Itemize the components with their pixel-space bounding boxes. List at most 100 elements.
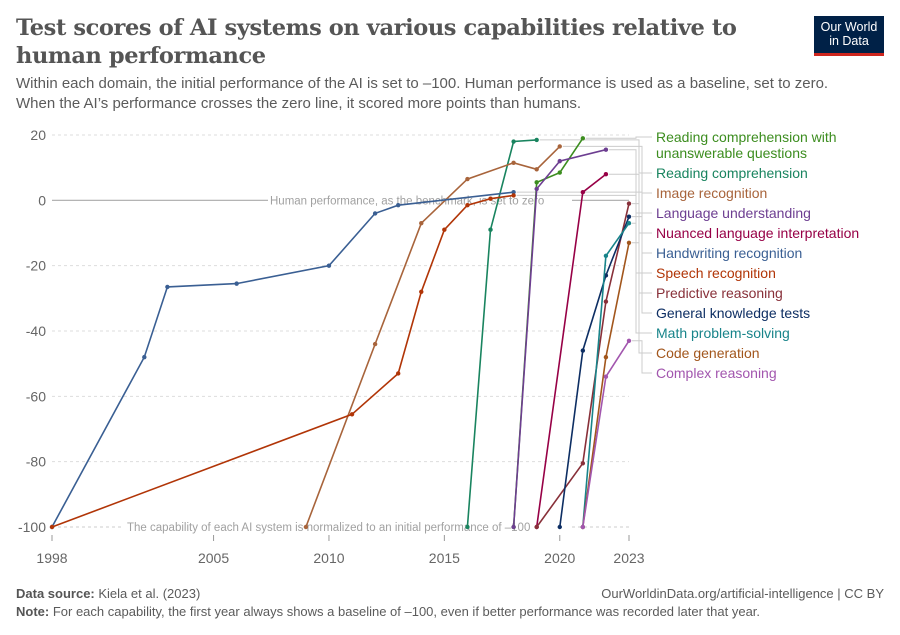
x-tick-label: 1998 [36, 550, 67, 566]
data-source: Data source: Kiela et al. (2023) [16, 586, 200, 601]
data-point [511, 160, 516, 165]
series-label: Math problem-solving [656, 325, 790, 341]
note-text: For each capability, the first year alwa… [52, 604, 761, 619]
y-tick-label: 0 [38, 192, 46, 208]
series-predictive-reasoning [534, 201, 632, 530]
data-point [419, 221, 424, 226]
y-tick-label: -20 [26, 258, 46, 274]
data-point [165, 284, 170, 290]
series-line [51, 194, 514, 528]
series-handwriting-recognition [49, 189, 516, 530]
data-point [626, 240, 632, 245]
series-code-generation [580, 240, 632, 530]
data-point [580, 524, 586, 530]
source-label: Data source: [16, 586, 95, 601]
data-point [603, 147, 609, 152]
label-connectors [516, 136, 652, 374]
data-point [142, 354, 147, 360]
series-speech-recognition [49, 193, 516, 530]
data-point [303, 524, 309, 530]
series-label: Handwriting recognition [656, 245, 802, 261]
x-tick-label: 2010 [313, 550, 344, 566]
label-connector [539, 139, 652, 174]
y-tick-label: -80 [26, 454, 46, 470]
data-point [603, 354, 609, 360]
data-point [511, 139, 516, 144]
data-point [603, 253, 609, 259]
line-chart: 20 0 -20 -40 -60 -80 -100 1998 2005 2010 2015 2020… [18, 127, 859, 566]
x-tick-label: 2005 [198, 550, 229, 566]
series-label: Language understanding [656, 205, 811, 221]
data-point [372, 341, 378, 347]
data-point [603, 299, 609, 304]
series-line [51, 191, 514, 528]
data-point [557, 144, 562, 149]
label-connector [585, 136, 652, 139]
data-point [580, 136, 586, 141]
data-point [488, 196, 493, 201]
data-point [49, 524, 55, 530]
data-point [580, 348, 586, 353]
data-point [557, 170, 562, 175]
data-point [349, 412, 355, 417]
source-url[interactable]: OurWorldinData.org/artificial-intelligen… [601, 586, 884, 601]
baseline-annotation: The capability of each AI system is norm… [127, 522, 530, 534]
note-label: Note: [16, 604, 50, 619]
y-tick-label: -100 [18, 519, 46, 535]
data-point [534, 167, 539, 172]
label-connector [632, 216, 652, 314]
series-line [535, 173, 607, 528]
data-point [603, 374, 609, 379]
series-labels: Reading comprehension withunanswerable q… [656, 129, 859, 381]
data-point [442, 227, 447, 232]
series-label: Image recognition [656, 185, 767, 201]
source-text: Kiela et al. (2023) [98, 586, 201, 601]
data-point [326, 263, 332, 268]
series-line [582, 340, 630, 528]
grid-lines [52, 134, 629, 463]
data-point [511, 193, 516, 198]
data-point [557, 158, 562, 164]
data-point [557, 524, 562, 530]
x-tick-label: 2020 [544, 550, 575, 566]
series-label: Reading comprehension with [656, 129, 837, 145]
data-point [234, 281, 239, 286]
data-point [488, 227, 493, 232]
x-axis: 1998 2005 2010 2015 2020 2023 [36, 535, 645, 566]
series-label: Speech recognition [656, 265, 776, 281]
series-label: Complex reasoning [656, 365, 777, 381]
data-point [534, 524, 539, 530]
x-tick-label: 2023 [613, 550, 644, 566]
data-point [534, 137, 539, 143]
data-point [534, 186, 539, 192]
series-label: General knowledge tests [656, 305, 810, 321]
data-point [626, 201, 632, 206]
data-point [372, 211, 378, 216]
series-label: Reading comprehension [656, 165, 808, 181]
x-tick-label: 2015 [429, 550, 460, 566]
data-point [626, 214, 632, 219]
series-complex-reasoning [580, 338, 632, 530]
data-point [465, 176, 470, 182]
y-axis: 20 0 -20 -40 -60 -80 -100 [18, 127, 46, 535]
data-point [465, 203, 470, 208]
data-point [396, 371, 401, 376]
data-point [396, 203, 401, 208]
series-label: Code generation [656, 345, 760, 361]
note: Note: For each capability, the first yea… [16, 604, 760, 619]
y-tick-label: -40 [26, 323, 46, 339]
data-point [580, 189, 586, 195]
data-point [580, 461, 586, 466]
y-tick-label: 20 [30, 127, 46, 143]
series-label: Nuanced language interpretation [656, 225, 859, 241]
data-point [603, 172, 609, 177]
data-point [419, 289, 424, 294]
data-point [534, 180, 539, 185]
data-point [465, 524, 470, 530]
label-connector [632, 340, 652, 374]
data-point [511, 524, 516, 530]
data-point [626, 338, 632, 343]
series-label: Predictive reasoning [656, 285, 783, 301]
y-tick-label: -60 [26, 388, 46, 404]
series-label: unanswerable questions [656, 145, 807, 161]
